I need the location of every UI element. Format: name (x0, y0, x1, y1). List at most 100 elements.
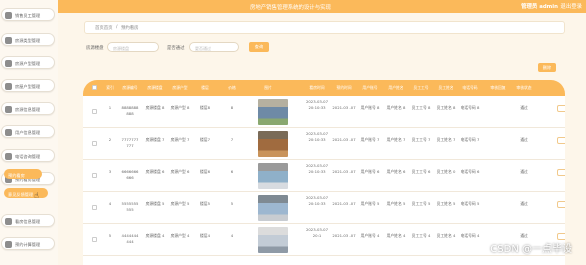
sidebar-item-user[interactable]: 用户信息管理 (1, 125, 55, 138)
cell-price: 7 (230, 137, 234, 142)
cell-type: 房源户型 8 (170, 105, 190, 110)
grid-icon (5, 128, 12, 136)
cell-account: 用户账号 7 (360, 137, 380, 142)
sidebar-item-room-layout[interactable]: 房屋户型管理 (1, 79, 55, 92)
row-action-button[interactable] (557, 105, 565, 112)
row-checkbox[interactable] (92, 173, 97, 178)
house-image (258, 131, 288, 157)
row-checkbox[interactable] (92, 141, 97, 146)
grid-icon (5, 152, 12, 160)
cell-emp-name: 员工姓名 5 (436, 201, 456, 206)
logout-link[interactable]: 退出登录 (560, 2, 582, 10)
cell-idx: 2 (108, 137, 112, 142)
field2-label: 是否通过 (167, 46, 185, 51)
cell-emp-no: 员工工号 7 (411, 137, 431, 142)
delete-button[interactable]: 删除 (538, 63, 556, 72)
house-image (258, 227, 288, 253)
cell-emp-name: 员工姓名 8 (436, 105, 456, 110)
field1-label: 房源楼盘 (86, 46, 104, 51)
cell-name: 用户姓名 8 (386, 105, 406, 110)
sidebar-item-viewing-active[interactable]: 预约看房 (4, 169, 42, 179)
cell-emp-no: 员工工号 4 (411, 233, 431, 238)
cell-phone: 电话号码 8 (460, 105, 480, 110)
sidebar-item-house-type[interactable]: 房源类型管理 (1, 33, 55, 46)
select-all-checkbox[interactable] (92, 85, 97, 90)
house-image (258, 195, 288, 221)
cell-no: 8888888 888 (121, 105, 139, 116)
row-action-button[interactable] (557, 233, 565, 240)
cell-status: 通过 (520, 137, 528, 142)
cell-type: 房源户型 4 (170, 233, 190, 238)
cell-estate: 房源楼盘 5 (145, 201, 165, 206)
breadcrumb-home[interactable]: 首页首页 (95, 25, 113, 31)
row-action-button[interactable] (557, 137, 565, 144)
row-checkbox[interactable] (92, 205, 97, 210)
breadcrumb-current: 预约看房 (121, 26, 139, 31)
watermark: CSDN @一点毕设 (490, 244, 572, 255)
row-action-button[interactable] (557, 169, 565, 176)
cell-name: 用户姓名 6 (386, 169, 406, 174)
cell-phone: 电话号码 7 (460, 137, 480, 142)
cell-price: 8 (230, 105, 234, 110)
grid-icon (5, 11, 12, 19)
cell-floor: 楼层5 (199, 201, 210, 206)
cell-status: 通过 (520, 169, 528, 174)
house-image (258, 99, 288, 125)
sidebar-subitem-feedback[interactable]: 意见反馈管理 (4, 188, 48, 198)
cell-type: 房源户型 5 (170, 201, 190, 206)
app-title: 房地产销售管理系统的设计与实现 (250, 5, 331, 11)
breadcrumb-separator: / (116, 25, 118, 30)
cell-type: 房源户型 6 (170, 169, 190, 174)
cell-idx: 4 (108, 201, 112, 206)
grid-icon (5, 105, 12, 113)
cell-idx: 5 (108, 233, 112, 238)
sidebar-item-phone[interactable]: 电话咨询管理 (1, 149, 55, 162)
approval-select[interactable]: 是否通过 ⌄ (189, 42, 239, 52)
cell-emp-name: 员工姓名 7 (436, 137, 456, 142)
cell-phone: 电话号码 4 (460, 233, 480, 238)
sidebar-item-viewing-info[interactable]: 看房信息管理 (1, 214, 55, 227)
sidebar-item-booking-calc[interactable]: 预约计算管理 (1, 237, 55, 250)
cell-view-time: 2023-03-07 20:1 (305, 227, 329, 238)
cell-view-time: 2023-03-07 20:10:33 (305, 131, 329, 142)
cell-idx: 3 (108, 169, 112, 174)
cell-floor: 楼层8 (199, 105, 210, 110)
top-header: 房地产销售管理系统的设计与实现 管理员 admin 退出登录 (0, 0, 586, 13)
table-row[interactable]: 1 8888888 888 房源楼盘 8 房源户型 8 楼层8 8 2023-03-07 2… (83, 96, 565, 128)
cell-name: 用户姓名 4 (386, 233, 406, 238)
cell-order-time: 2021-03 -07 (332, 169, 356, 174)
cell-emp-name: 员工姓名 0 (436, 169, 456, 174)
cell-order-time: 2021-03 -07 (332, 201, 356, 206)
cell-status: 通过 (520, 201, 528, 206)
cell-estate: 房源楼盘 4 (145, 233, 165, 238)
sidebar-item-sales-staff[interactable]: 销售员工管理 (1, 8, 55, 21)
cell-order-time: 2021-03 -07 (332, 105, 356, 110)
sidebar-item-layout[interactable]: 房源户型管理 (1, 56, 55, 69)
cell-type: 房源户型 7 (170, 137, 190, 142)
cell-order-time: 2021-03 -07 (332, 137, 356, 142)
admin-label: 管理员 admin (521, 4, 558, 10)
cell-idx: 1 (108, 105, 112, 110)
table-row[interactable]: 2 7777777 777 房源楼盘 7 房源户型 7 楼层7 7 2023-03-07 2… (83, 128, 565, 160)
cell-price: 6 (230, 169, 234, 174)
row-action-button[interactable] (557, 201, 565, 208)
cell-no: 6666666 666 (121, 169, 139, 180)
cell-estate: 房源楼盘 6 (145, 169, 165, 174)
table-row[interactable]: 4 5555555 555 房源楼盘 5 房源户型 5 楼层5 5 2023-03-07 2… (83, 192, 565, 224)
estate-search-input[interactable]: 房源楼盘 (107, 42, 159, 52)
cell-emp-name: 员工姓名 4 (436, 233, 456, 238)
sidebar: 销售员工管理 房源类型管理 房源户型管理 房屋户型管理 房源信息管理 用户信息管… (0, 0, 58, 265)
cell-floor: 楼层7 (199, 137, 210, 142)
cell-no: 7777777 777 (121, 137, 139, 148)
cell-price: 5 (230, 201, 234, 206)
search-button[interactable]: 查询 (249, 42, 269, 52)
cell-name: 用户姓名 7 (386, 137, 406, 142)
row-checkbox[interactable] (92, 237, 97, 242)
sidebar-item-listing[interactable]: 房源信息管理 (1, 102, 55, 115)
cell-floor: 楼层6 (199, 169, 210, 174)
grid-icon (5, 240, 12, 248)
cell-status: 通过 (520, 105, 528, 110)
table-row[interactable]: 3 6666666 666 房源楼盘 6 房源户型 6 楼层6 6 2023-03-07 2… (83, 160, 565, 192)
data-table: 索引 房源编号 房源楼盘 房源户型 楼层 价格 图片 看房时间 预约时间 用户账… (83, 80, 565, 265)
row-checkbox[interactable] (92, 109, 97, 114)
